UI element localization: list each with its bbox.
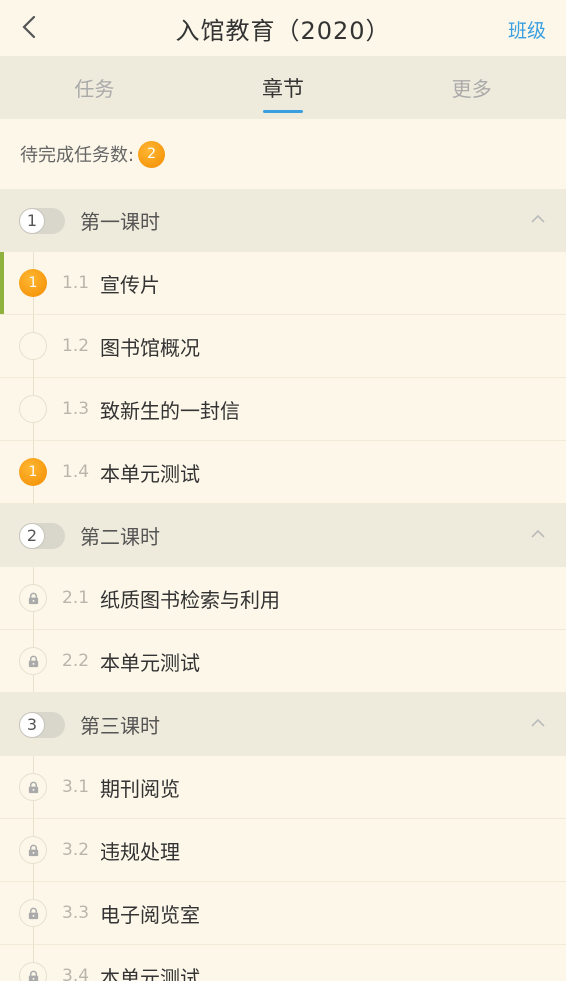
collapse-caret-icon[interactable]: [530, 211, 546, 227]
chevron-left-icon: [22, 15, 36, 39]
tab-tasks[interactable]: 任务: [0, 56, 189, 119]
lock-icon: [19, 584, 47, 612]
pending-count-badge: 2: [138, 140, 166, 168]
collapse-caret-icon[interactable]: [530, 526, 546, 542]
top-bar: 入馆教育（2020） 班级: [0, 0, 566, 56]
pending-tasks: 待完成任务数: 2: [0, 119, 566, 189]
chapter-number: 3.2: [62, 840, 90, 860]
back-button[interactable]: [14, 12, 44, 42]
chapter-item[interactable]: 3.4 本单元测试: [0, 945, 566, 981]
lesson-index: 1: [19, 207, 45, 234]
chapter-item[interactable]: 3.2 违规处理: [0, 819, 566, 882]
chapter-item[interactable]: 1.2 图书馆概况: [0, 315, 566, 378]
chapter-number: 3.1: [62, 777, 90, 797]
chapter-title: 本单元测试: [100, 650, 200, 675]
lesson-title: 第三课时: [80, 714, 160, 738]
lesson-title: 第二课时: [80, 525, 160, 549]
lock-icon: [19, 647, 47, 675]
chapter-item[interactable]: 2.1 纸质图书检索与利用: [0, 567, 566, 630]
chapter-number: 1.3: [62, 399, 90, 419]
class-link[interactable]: 班级: [508, 16, 546, 43]
chapter-title: 纸质图书检索与利用: [100, 587, 280, 612]
tab-more[interactable]: 更多: [377, 56, 566, 119]
chapter-number: 1.4: [62, 462, 90, 482]
lesson-toggle: 1: [19, 207, 65, 234]
chapter-list: 1 第一课时 1 1.1 宣传片 1.2 图书馆概况 1.3 致新生的一封信 1 1.4 本单元测试 2…: [0, 189, 566, 981]
pending-badge: 1: [19, 458, 47, 486]
lock-icon: [19, 773, 47, 801]
chapter-item[interactable]: 3.3 电子阅览室: [0, 882, 566, 945]
lesson-toggle: 3: [19, 711, 65, 738]
chapter-item[interactable]: 1.3 致新生的一封信: [0, 378, 566, 441]
lesson-header[interactable]: 3 第三课时: [0, 693, 566, 756]
lesson-header[interactable]: 2 第二课时: [0, 504, 566, 567]
chapter-title: 违规处理: [100, 839, 180, 864]
pending-badge: 1: [19, 269, 47, 297]
lock-icon: [19, 899, 47, 927]
chapter-number: 1.1: [62, 273, 90, 293]
chapter-title: 本单元测试: [100, 965, 200, 981]
lesson-index: 3: [19, 711, 45, 738]
chapter-number: 3.4: [62, 966, 90, 981]
lesson-index: 2: [19, 522, 45, 549]
chapter-item[interactable]: 3.1 期刊阅览: [0, 756, 566, 819]
page-title: 入馆教育（2020）: [175, 16, 391, 45]
chapter-title: 致新生的一封信: [100, 398, 240, 423]
lesson-header[interactable]: 1 第一课时: [0, 189, 566, 252]
lesson-toggle: 2: [19, 522, 65, 549]
chapter-title: 宣传片: [100, 272, 160, 297]
tab-bar: 任务 章节 更多: [0, 56, 566, 119]
tab-chapters[interactable]: 章节: [189, 56, 378, 119]
chapter-number: 2.1: [62, 588, 90, 608]
chapter-item[interactable]: 2.2 本单元测试: [0, 630, 566, 693]
current-indicator: [0, 252, 4, 314]
lock-icon: [19, 836, 47, 864]
chapter-number: 2.2: [62, 651, 90, 671]
collapse-caret-icon[interactable]: [530, 715, 546, 731]
chapter-title: 图书馆概况: [100, 335, 200, 360]
empty-status-icon: [19, 332, 47, 360]
lesson-title: 第一课时: [80, 210, 160, 234]
chapter-item[interactable]: 1 1.4 本单元测试: [0, 441, 566, 504]
chapter-title: 期刊阅览: [100, 776, 180, 801]
pending-label: 待完成任务数:: [20, 145, 135, 166]
lock-icon: [19, 962, 47, 981]
chapter-title: 电子阅览室: [100, 902, 200, 927]
chapter-title: 本单元测试: [100, 461, 200, 486]
chapter-item[interactable]: 1 1.1 宣传片: [0, 252, 566, 315]
chapter-number: 1.2: [62, 336, 90, 356]
chapter-number: 3.3: [62, 903, 90, 923]
empty-status-icon: [19, 395, 47, 423]
